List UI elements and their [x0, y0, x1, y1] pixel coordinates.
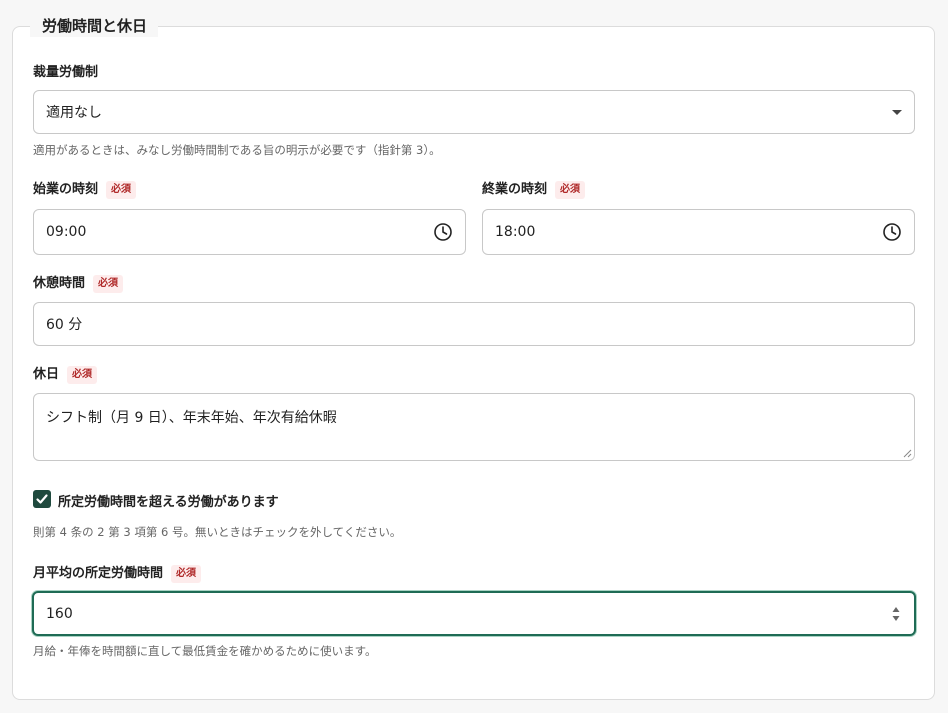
overtime-checkbox[interactable] [33, 490, 51, 508]
monthly-hours-label: 月平均の所定労働時間 必須 [33, 565, 202, 583]
required-badge: 必須 [106, 181, 137, 199]
chevron-down-icon [892, 110, 902, 115]
clock-icon[interactable] [882, 222, 902, 242]
end-time-value: 18:00 [495, 224, 536, 240]
end-time-label: 終業の時刻 必須 [482, 181, 586, 199]
holidays-value: シフト制（月 9 日）、年末年始、年次有給休暇 [46, 410, 337, 426]
spinner-arrows-icon[interactable] [891, 604, 901, 624]
section-title: 労働時間と休日 [30, 15, 159, 37]
overtime-checkbox-label[interactable]: 所定労働時間を超える労働があります [58, 491, 279, 510]
clock-icon[interactable] [433, 222, 453, 242]
resize-handle-icon[interactable] [903, 449, 912, 458]
start-time-value: 09:00 [46, 224, 87, 240]
checkmark-icon [36, 494, 48, 504]
discretionary-label-text: 裁量労働制 [33, 65, 99, 80]
monthly-hours-input[interactable]: 160 [32, 591, 916, 636]
end-time-input[interactable]: 18:00 [482, 209, 915, 255]
end-time-label-text: 終業の時刻 [482, 182, 548, 197]
holidays-label: 休日 必須 [33, 366, 98, 384]
break-time-input[interactable]: 60 分 [33, 302, 915, 346]
start-time-label-text: 始業の時刻 [33, 182, 99, 197]
required-badge: 必須 [171, 565, 202, 583]
start-time-input[interactable]: 09:00 [33, 209, 466, 255]
monthly-hours-value: 160 [46, 605, 73, 622]
required-badge: 必須 [67, 366, 98, 384]
holidays-textarea[interactable]: シフト制（月 9 日）、年末年始、年次有給休暇 [33, 393, 915, 461]
monthly-hours-hint: 月給・年俸を時間額に直して最低賃金を確かめるために使います。 [33, 644, 377, 658]
holidays-label-text: 休日 [33, 367, 60, 382]
required-badge: 必須 [93, 275, 124, 293]
discretionary-select-value: 適用なし [46, 105, 102, 121]
monthly-hours-label-text: 月平均の所定労働時間 [33, 566, 164, 581]
break-time-label-text: 休憩時間 [33, 276, 86, 291]
overtime-hint: 則第 4 条の 2 第 3 項第 6 号。無いときはチェックを外してください。 [33, 525, 402, 539]
required-badge: 必須 [555, 181, 586, 199]
discretionary-label: 裁量労働制 [33, 64, 98, 82]
start-time-label: 始業の時刻 必須 [33, 181, 137, 199]
break-time-label: 休憩時間 必須 [33, 275, 124, 293]
break-time-value: 60 分 [46, 317, 83, 333]
discretionary-hint: 適用があるときは、みなし労働時間制である旨の明示が必要です（指針第 3）。 [33, 143, 441, 157]
discretionary-select[interactable]: 適用なし [33, 90, 915, 134]
